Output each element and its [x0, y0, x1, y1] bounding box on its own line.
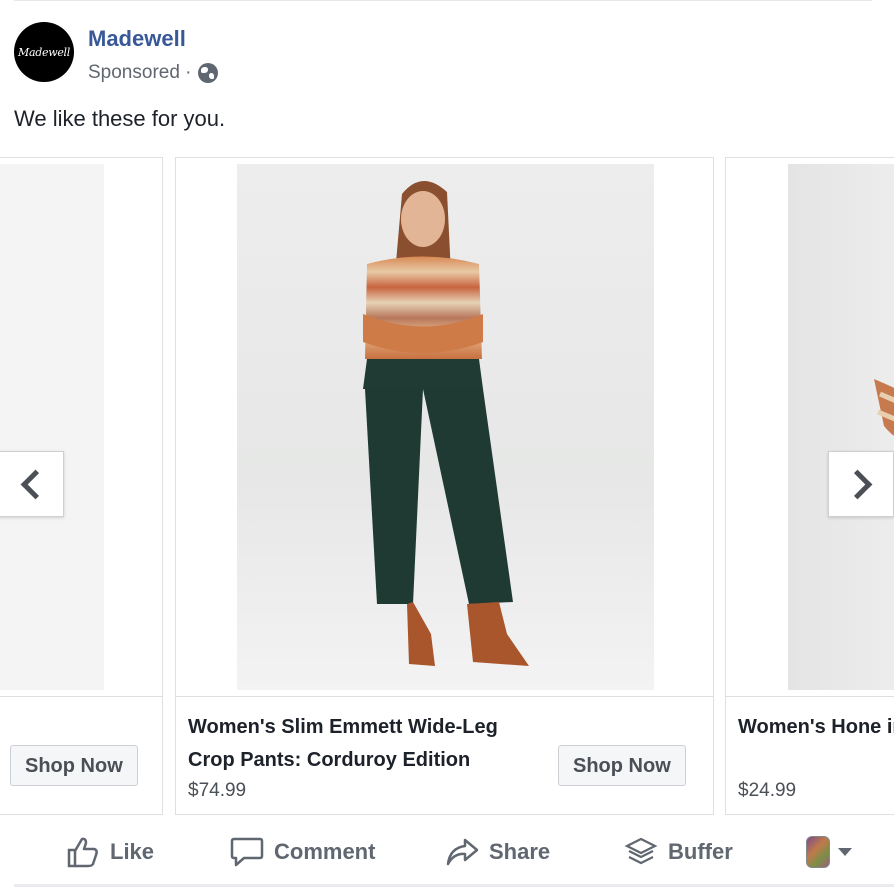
thumbs-up-icon — [67, 837, 98, 868]
share-button[interactable]: Share — [445, 832, 550, 872]
page-name-link[interactable]: Madewell — [88, 26, 186, 52]
shop-now-button[interactable]: Shop Now — [558, 745, 686, 786]
page-avatar[interactable]: Madewell — [14, 22, 74, 82]
buffer-label: Buffer — [668, 839, 733, 864]
buffer-stack-icon — [624, 837, 658, 865]
comment-label: Comment — [274, 839, 376, 864]
product-price: $24.99 — [738, 780, 797, 801]
share-label: Share — [489, 839, 551, 864]
chevron-left-icon — [20, 469, 50, 499]
avatar-logo-text: Madewell — [18, 45, 70, 59]
product-photo[interactable] — [237, 164, 654, 690]
sponsored-line: Sponsored · — [88, 62, 218, 84]
react-as-selector[interactable] — [806, 832, 852, 872]
speech-bubble-icon — [230, 837, 264, 867]
product-photo[interactable] — [0, 164, 104, 690]
model-arm-illustration — [874, 379, 894, 436]
post-action-bar: Like Comment Share Buffer — [0, 820, 894, 884]
product-title[interactable]: Women's Hone in Kasson Strip — [738, 711, 894, 744]
like-button[interactable]: Like — [66, 832, 154, 872]
buffer-button[interactable]: Buffer — [624, 832, 733, 872]
sponsored-label[interactable]: Sponsored · — [88, 62, 192, 84]
product-photo[interactable] — [788, 164, 894, 690]
carousel-prev-button[interactable] — [0, 451, 64, 517]
globe-icon[interactable] — [197, 63, 218, 83]
carousel-next-button[interactable] — [828, 451, 894, 517]
bottom-divider — [14, 884, 894, 887]
caret-down-icon — [838, 848, 852, 856]
like-label: Like — [110, 839, 155, 864]
post-message: We like these for you. — [14, 106, 226, 131]
product-price: $74.99 — [188, 780, 247, 801]
top-divider — [14, 0, 872, 1]
card-media[interactable] — [0, 158, 162, 697]
shop-now-button[interactable]: Shop Now — [10, 745, 138, 786]
profile-thumbnail-icon — [806, 836, 830, 868]
product-title[interactable]: Women's Slim Emmett Wide-Leg Crop Pants:… — [188, 711, 548, 777]
comment-button[interactable]: Comment — [230, 832, 375, 872]
chevron-right-icon — [842, 469, 872, 499]
model-illustration — [363, 180, 529, 666]
carousel-card-main[interactable]: Women's Slim Emmett Wide-Leg Crop Pants:… — [175, 157, 714, 815]
card-media[interactable] — [726, 158, 894, 697]
share-arrow-icon — [446, 838, 479, 866]
card-media[interactable] — [176, 158, 713, 697]
